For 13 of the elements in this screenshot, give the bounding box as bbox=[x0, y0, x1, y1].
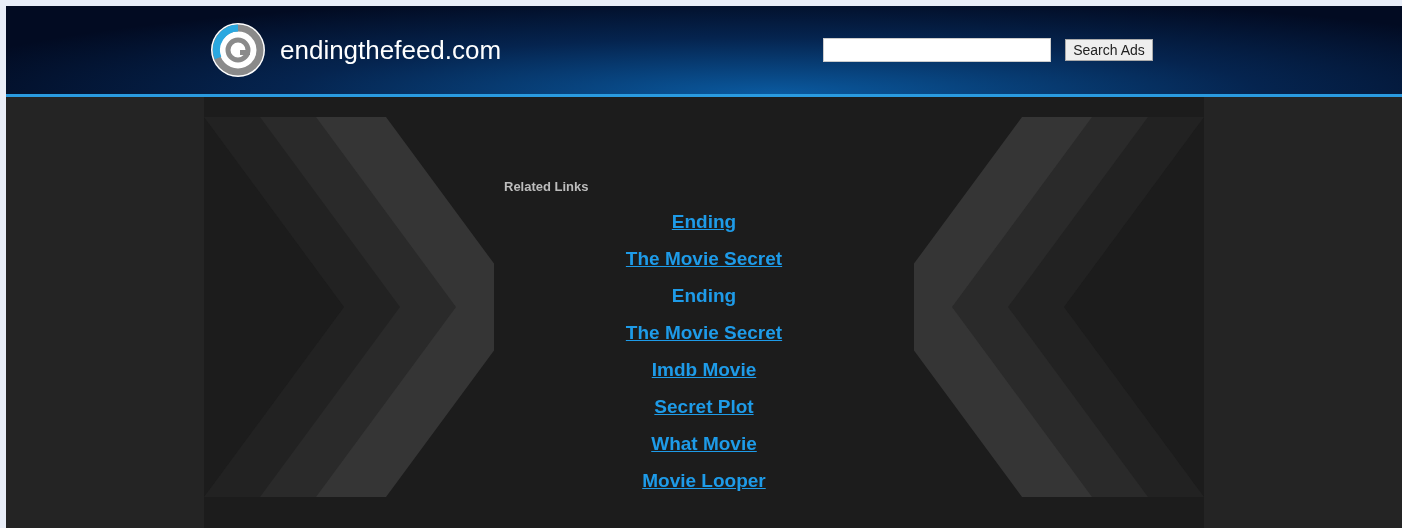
related-link[interactable]: The Movie Secret bbox=[625, 321, 783, 345]
related-link[interactable]: Imdb Movie bbox=[651, 358, 757, 382]
related-link[interactable]: Ending bbox=[671, 284, 737, 308]
related-link[interactable]: Ending bbox=[671, 210, 737, 234]
related-link[interactable]: Secret Plot bbox=[654, 395, 754, 419]
site-name: endingthefeed.com bbox=[280, 33, 502, 67]
related-link[interactable]: Movie Looper bbox=[642, 469, 766, 493]
logo-icon bbox=[210, 22, 266, 78]
related-link[interactable]: What Movie bbox=[651, 432, 757, 456]
search-field[interactable] bbox=[823, 38, 1052, 62]
section-heading: Related Links bbox=[504, 179, 589, 194]
related-link[interactable]: The Movie Secret bbox=[625, 247, 783, 271]
search-button[interactable]: Search Ads bbox=[1065, 39, 1153, 61]
